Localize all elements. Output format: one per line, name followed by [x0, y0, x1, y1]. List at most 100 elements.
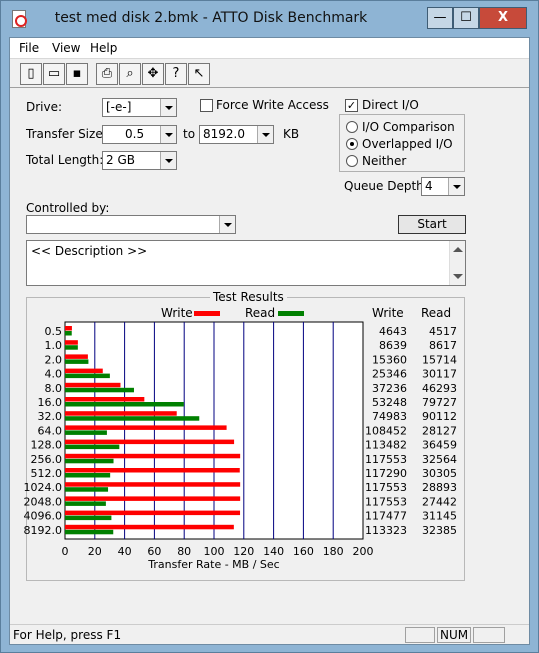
overlapped-io-radio[interactable]	[346, 138, 358, 150]
open-icon[interactable]: ▭	[43, 63, 65, 85]
x-axis-label: Transfer Rate - MB / Sec	[147, 558, 279, 571]
description-text: << Description >>	[31, 244, 148, 258]
x-tick-label: 180	[323, 545, 344, 558]
value-write: 37236	[372, 382, 407, 395]
transfer-size-to-select[interactable]: 8192.0	[199, 125, 274, 144]
chevron-down-icon[interactable]	[160, 126, 176, 143]
scroll-up-icon[interactable]	[453, 247, 463, 252]
transfer-rate-chart: 0 20 40 60 80 100 120 140 160 180 200 Transfer Rate…	[24, 321, 457, 571]
new-icon[interactable]: ▯	[20, 63, 42, 85]
y-tick-label: 8.0	[45, 382, 63, 395]
menu-help[interactable]: Help	[90, 41, 117, 55]
bar-write	[65, 340, 78, 345]
menu-bar: File View Help	[10, 38, 529, 58]
description-box[interactable]: << Description >>	[26, 240, 466, 286]
context-help-icon[interactable]: ↖	[188, 63, 210, 85]
bar-read	[65, 387, 134, 393]
direct-io-checkbox[interactable]: ✓	[345, 99, 358, 112]
total-length-select[interactable]: 2 GB	[102, 151, 177, 170]
force-write-checkbox[interactable]	[200, 99, 213, 112]
window-title: test med disk 2.bmk - ATTO Disk Benchmar…	[54, 10, 368, 26]
bar-read	[65, 359, 89, 364]
y-tick-label: 2048.0	[24, 495, 63, 508]
maximize-button[interactable]: ☐	[453, 7, 479, 29]
x-tick-label: 140	[263, 545, 284, 558]
value-read: 30117	[422, 368, 457, 381]
bar-write	[65, 326, 72, 331]
controlled-by-select[interactable]	[26, 215, 236, 234]
bar-write	[65, 411, 177, 416]
io-comparison-label: I/O Comparison	[362, 120, 455, 134]
value-read: 28893	[422, 481, 457, 494]
queue-depth-label: Queue Depth:	[344, 179, 428, 193]
value-read: 28127	[422, 424, 457, 437]
chevron-down-icon[interactable]	[219, 216, 235, 233]
drive-select[interactable]: [-e-]	[102, 98, 177, 117]
value-read: 32385	[422, 524, 457, 537]
client-area: File View Help ▯ ▭ ▪ ⎙ ⌕ ✥ ? ↖ Drive: [-…	[9, 37, 530, 645]
value-read: 79727	[422, 396, 457, 409]
neither-label: Neither	[362, 154, 407, 168]
value-write: 25346	[372, 368, 407, 381]
bar-read	[65, 345, 78, 350]
bar-read	[65, 458, 114, 464]
x-tick-label: 120	[233, 545, 254, 558]
menu-file[interactable]: File	[19, 41, 39, 55]
description-scrollbar[interactable]	[449, 241, 465, 285]
menu-view[interactable]: View	[52, 41, 80, 55]
drive-label: Drive:	[26, 100, 63, 114]
chevron-down-icon[interactable]	[160, 99, 176, 116]
queue-depth-value: 4	[425, 179, 433, 193]
print-preview-icon[interactable]: ⌕	[119, 63, 141, 85]
controlled-by-label: Controlled by:	[26, 201, 110, 215]
value-write: 53248	[372, 396, 407, 409]
io-comparison-radio[interactable]	[346, 121, 358, 133]
legend-read-swatch	[278, 311, 304, 316]
move-icon[interactable]: ✥	[142, 63, 164, 85]
legend-write-label: Write	[161, 306, 193, 320]
total-length-value: 2 GB	[106, 153, 135, 167]
start-button[interactable]: Start	[398, 215, 466, 234]
print-icon[interactable]: ⎙	[96, 63, 118, 85]
x-tick-label: 80	[177, 545, 191, 558]
bar-write	[65, 468, 240, 473]
x-tick-label: 160	[293, 545, 314, 558]
transfer-size-label: Transfer Size:	[26, 127, 107, 141]
value-write: 108452	[365, 424, 407, 437]
value-write: 117553	[365, 453, 407, 466]
bar-read	[65, 416, 200, 421]
save-icon[interactable]: ▪	[66, 63, 88, 85]
minimize-button[interactable]: —	[427, 7, 453, 29]
x-tick-label: 60	[147, 545, 161, 558]
column-header-read: Read	[421, 306, 452, 320]
bar-write	[65, 425, 227, 430]
value-write: 15360	[372, 353, 407, 366]
bar-read	[65, 430, 107, 435]
bar-write	[65, 368, 103, 374]
toolbar: ▯ ▭ ▪ ⎙ ⌕ ✥ ? ↖	[10, 58, 529, 88]
close-button[interactable]: X	[479, 7, 527, 29]
neither-radio[interactable]	[346, 155, 358, 167]
value-read: 46293	[422, 382, 457, 395]
value-read: 31145	[422, 510, 457, 523]
bar-write	[65, 524, 234, 530]
bar-read	[65, 501, 106, 506]
chevron-down-icon[interactable]	[448, 178, 464, 195]
direct-io-label: Direct I/O	[362, 98, 419, 112]
y-tick-label: 16.0	[38, 396, 63, 409]
chevron-down-icon[interactable]	[160, 152, 176, 169]
status-bar: For Help, press F1 NUM	[10, 624, 529, 644]
value-read: 8617	[429, 339, 457, 352]
bar-read	[65, 444, 120, 450]
queue-depth-select[interactable]: 4	[421, 177, 465, 196]
value-read: 30305	[422, 467, 457, 480]
chevron-down-icon[interactable]	[257, 126, 273, 143]
transfer-size-from-select[interactable]: 0.5	[102, 125, 177, 144]
help-icon[interactable]: ?	[165, 63, 187, 85]
value-write: 4643	[379, 325, 407, 338]
transfer-from-value: 0.5	[125, 127, 145, 141]
bar-write	[65, 482, 241, 487]
title-bar[interactable]: test med disk 2.bmk - ATTO Disk Benchmar…	[1, 1, 538, 37]
bar-read	[65, 529, 114, 535]
scroll-down-icon[interactable]	[453, 274, 463, 279]
